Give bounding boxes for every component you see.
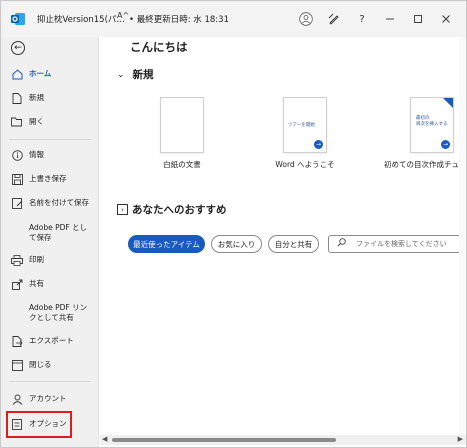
- print-icon: [11, 254, 23, 266]
- document-title[interactable]: 抑止枕Version15(パ…: [37, 13, 125, 25]
- thumbnail-text: 最初の 目次を挿入する: [416, 116, 448, 128]
- sidebar-item-label: 情報: [29, 150, 44, 159]
- sidebar-item-save-adobe-pdf[interactable]: Adobe PDF として保存: [1, 222, 98, 243]
- template-caption: Word へようこそ: [275, 160, 335, 169]
- backstage-sidebar: ← ホーム 新規 開く 情報 上書き保存 名前を付けて保存 Adobe PDF …: [1, 37, 99, 447]
- scroll-right-icon[interactable]: ▶: [458, 435, 463, 443]
- filter-favorites[interactable]: お気に入り: [211, 235, 262, 253]
- word-backstage-window: 抑止枕Version15(パ… A^ • 最終更新日時: 水 18:31 ? ←…: [0, 0, 467, 448]
- save-icon: [11, 173, 23, 185]
- close-icon[interactable]: [435, 9, 457, 29]
- search-input[interactable]: ファイルを検索してください: [328, 235, 464, 253]
- new-file-icon: [11, 92, 23, 104]
- export-icon: [11, 335, 23, 347]
- title-bar: 抑止枕Version15(パ… A^ • 最終更新日時: 水 18:31 ?: [1, 1, 466, 37]
- info-icon: [11, 149, 23, 161]
- sidebar-item-label: アカウント: [29, 394, 67, 403]
- outlook-icon: [11, 13, 25, 25]
- minimize-icon[interactable]: [379, 9, 401, 29]
- sidebar-item-label: 開く: [29, 117, 44, 126]
- sidebar-item-new[interactable]: 新規: [1, 92, 98, 104]
- template-blank-document[interactable]: 白紙の文書: [140, 97, 224, 170]
- recommend-section-header[interactable]: › あなたへのおすすめ: [117, 202, 227, 217]
- search-placeholder: ファイルを検索してください: [356, 240, 447, 248]
- backstage-main: こんにちは ⌄ 新規 白紙の文書 ツアーを開始 → Word へようこそ 最初の…: [100, 37, 466, 437]
- share-icon: [11, 278, 23, 290]
- sidebar-item-label: ホーム: [29, 69, 52, 78]
- sidebar-item-account[interactable]: アカウント: [1, 393, 98, 405]
- last-modified-label: • 最終更新日時: 水 18:31: [129, 15, 229, 25]
- back-arrow-icon[interactable]: ←: [11, 41, 25, 55]
- sidebar-item-label: 閉じる: [29, 360, 52, 369]
- sidebar-divider: [9, 381, 91, 382]
- sidebar-item-info[interactable]: 情報: [1, 149, 98, 161]
- save-as-icon: [11, 197, 23, 209]
- sidebar-item-open[interactable]: 開く: [1, 116, 98, 128]
- corner-accent: [443, 98, 453, 108]
- scroll-left-icon[interactable]: ◀: [102, 435, 107, 443]
- filter-shared-with-me[interactable]: 自分と共有: [268, 235, 319, 253]
- template-caption: 白紙の文書: [163, 160, 201, 169]
- sidebar-item-share[interactable]: 共有: [1, 278, 98, 290]
- sidebar-item-label: 上書き保存: [29, 174, 67, 183]
- thumbnail-text-line: 最初の: [416, 116, 430, 121]
- chevron-down-icon: ⌄: [117, 69, 125, 80]
- sidebar-item-label: Adobe PDF として保存: [29, 223, 88, 242]
- pen-icon[interactable]: [323, 9, 345, 29]
- sidebar-item-print[interactable]: 印刷: [1, 254, 98, 266]
- page-title: こんにちは: [130, 40, 188, 54]
- sidebar-item-label: エクスポート: [29, 336, 74, 345]
- horizontal-scrollbar[interactable]: ◀ ▶: [100, 435, 466, 445]
- autosave-icon[interactable]: A^: [117, 11, 129, 20]
- search-icon: [337, 238, 346, 250]
- template-thumbnail: [160, 97, 204, 153]
- sidebar-item-label: Adobe PDF リンクとして共有: [29, 303, 88, 322]
- sidebar-item-home[interactable]: ホーム: [1, 68, 98, 80]
- new-section-title: 新規: [132, 69, 154, 81]
- arrow-right-icon: →: [441, 140, 450, 149]
- sidebar-item-save-as[interactable]: 名前を付けて保存: [1, 197, 98, 209]
- template-toc-tutorial[interactable]: 最初の 目次を挿入する → 初めての目次作成チュート: [382, 97, 466, 170]
- options-highlight-box: [6, 411, 72, 438]
- template-thumbnail: 最初の 目次を挿入する →: [410, 97, 454, 153]
- arrow-right-icon: →: [314, 140, 323, 149]
- filter-recent[interactable]: 最近使ったアイテム: [128, 235, 205, 253]
- account-icon: [11, 393, 23, 405]
- vertical-scrollbar[interactable]: [459, 37, 466, 435]
- close-doc-icon: [11, 359, 23, 371]
- sidebar-item-export[interactable]: エクスポート: [1, 335, 98, 347]
- sidebar-item-label: 名前を付けて保存: [29, 198, 89, 207]
- sidebar-item-label: 共有: [29, 279, 44, 288]
- template-thumbnail: ツアーを開始 →: [283, 97, 327, 153]
- sidebar-divider: [9, 139, 91, 140]
- template-caption: 初めての目次作成チュート: [384, 160, 466, 169]
- sidebar-item-label: 新規: [29, 93, 44, 102]
- scrollbar-thumb[interactable]: [112, 438, 336, 442]
- template-welcome-to-word[interactable]: ツアーを開始 → Word へようこそ: [263, 97, 347, 170]
- help-icon[interactable]: ?: [351, 9, 373, 29]
- recommend-section-title: あなたへのおすすめ: [132, 204, 227, 216]
- thumbnail-text: ツアーを開始: [288, 123, 315, 128]
- chevron-right-icon: ›: [117, 204, 128, 215]
- home-icon: [11, 68, 23, 80]
- thumbnail-text-line: 目次を挿入する: [416, 122, 448, 127]
- new-section-header[interactable]: ⌄ 新規: [117, 67, 154, 82]
- restore-icon[interactable]: [407, 9, 429, 29]
- sidebar-item-save[interactable]: 上書き保存: [1, 173, 98, 185]
- sidebar-item-share-adobe-pdf[interactable]: Adobe PDF リンクとして共有: [1, 302, 98, 323]
- folder-open-icon: [11, 116, 23, 128]
- sidebar-item-close[interactable]: 閉じる: [1, 359, 98, 371]
- person-icon[interactable]: [295, 9, 317, 29]
- sidebar-item-label: 印刷: [29, 255, 44, 264]
